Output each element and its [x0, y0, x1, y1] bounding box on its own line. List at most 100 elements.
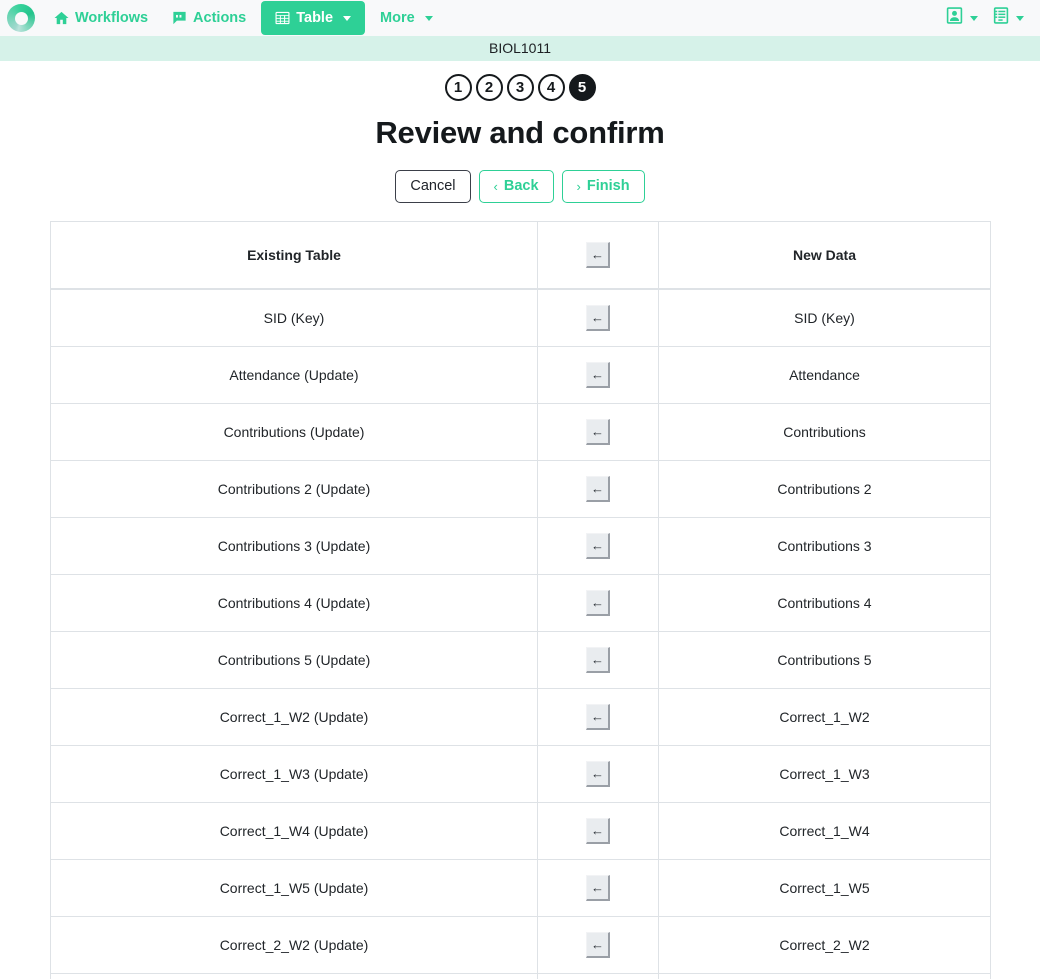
arrow-left-button[interactable]: ← — [586, 476, 610, 503]
cell-new-column: Correct_2_W3 — [658, 973, 991, 979]
wizard-actions: Cancel ‹ Back › Finish — [0, 170, 1040, 204]
table-row: Correct_1_W3 (Update) ← Correct_1_W3 — [50, 745, 991, 804]
cell-new-column: SID (Key) — [658, 288, 991, 348]
table-row: Contributions 3 (Update) ← Contributions 3 — [50, 517, 991, 576]
chevron-down-icon — [1016, 15, 1024, 21]
home-icon — [54, 11, 69, 25]
nav-item-workflows[interactable]: Workflows — [42, 1, 160, 35]
arrow-left-button[interactable]: ← — [586, 533, 610, 560]
user-card-icon — [946, 7, 963, 29]
cell-arrow-column: ← — [537, 574, 659, 633]
cell-arrow-column: ← — [537, 973, 659, 979]
cell-arrow-column: ← — [537, 688, 659, 747]
cell-new-column: Attendance — [658, 346, 991, 405]
cell-existing-column: Correct_1_W2 (Update) — [50, 688, 538, 747]
finish-button[interactable]: › Finish — [561, 170, 645, 204]
nav-items: Workflows Actions Table More — [42, 1, 445, 35]
cell-existing-column: Correct_2_W2 (Update) — [50, 916, 538, 975]
arrow-left-button[interactable]: ← — [586, 761, 610, 788]
back-button-label: Back — [503, 178, 539, 194]
ontask-logo-icon — [7, 4, 35, 32]
arrow-left-button[interactable]: ← — [586, 818, 610, 845]
cell-existing-column: Contributions 5 (Update) — [50, 631, 538, 690]
header-new-data: New Data — [658, 221, 991, 291]
table-grid-icon — [275, 11, 290, 25]
cell-new-column: Contributions 3 — [658, 517, 991, 576]
table-row: Contributions 4 (Update) ← Contributions 4 — [50, 574, 991, 633]
cancel-button[interactable]: Cancel — [395, 170, 471, 204]
arrow-left-button[interactable]: ← — [586, 590, 610, 617]
top-navbar: Workflows Actions Table More — [0, 0, 1040, 36]
document-list-icon — [992, 7, 1009, 29]
merge-table-container: Existing Table ← New Data SID (Key) ← SID … — [0, 221, 1040, 979]
cell-existing-column: Correct_2_W3 (Update) — [50, 973, 538, 979]
cell-arrow-column: ← — [537, 859, 659, 918]
chevron-down-icon — [970, 15, 978, 21]
cell-existing-column: Attendance (Update) — [50, 346, 538, 405]
table-row: Correct_2_W2 (Update) ← Correct_2_W2 — [50, 916, 991, 975]
cell-new-column: Contributions — [658, 403, 991, 462]
logs-menu[interactable] — [992, 7, 1024, 29]
cell-arrow-column: ← — [537, 916, 659, 975]
chevron-right-icon: › — [576, 178, 581, 194]
arrow-left-button-header[interactable]: ← — [586, 242, 610, 269]
table-row: Correct_1_W2 (Update) ← Correct_1_W2 — [50, 688, 991, 747]
cell-arrow-column: ← — [537, 802, 659, 861]
nav-item-table[interactable]: Table — [261, 1, 366, 35]
nav-item-actions-label: Actions — [193, 10, 247, 26]
cell-new-column: Correct_1_W3 — [658, 745, 991, 804]
table-row: Correct_1_W4 (Update) ← Correct_1_W4 — [50, 802, 991, 861]
chevron-down-icon — [343, 15, 352, 21]
nav-item-more[interactable]: More — [368, 1, 445, 35]
page-title: Review and confirm — [375, 115, 665, 150]
finish-button-label: Finish — [586, 178, 630, 194]
cell-new-column: Correct_2_W2 — [658, 916, 991, 975]
table-row: Contributions 2 (Update) ← Contributions 2 — [50, 460, 991, 519]
cell-arrow-column: ← — [537, 631, 659, 690]
cell-new-column: Contributions 2 — [658, 460, 991, 519]
arrow-left-button[interactable]: ← — [586, 419, 610, 446]
arrow-left-button[interactable]: ← — [586, 647, 610, 674]
arrow-left-button[interactable]: ← — [586, 875, 610, 902]
cell-existing-column: Correct_1_W4 (Update) — [50, 802, 538, 861]
table-row: Correct_1_W5 (Update) ← Correct_1_W5 — [50, 859, 991, 918]
cell-arrow-column: ← — [537, 517, 659, 576]
cell-arrow-column: ← — [537, 403, 659, 462]
back-button[interactable]: ‹ Back — [478, 170, 554, 204]
user-menu[interactable] — [946, 7, 978, 29]
arrow-left-button[interactable]: ← — [586, 305, 610, 332]
cell-new-column: Correct_1_W2 — [658, 688, 991, 747]
nav-item-more-label: More — [380, 10, 415, 26]
arrow-left-button[interactable]: ← — [586, 704, 610, 731]
arrow-left-button[interactable]: ← — [586, 932, 610, 959]
table-row: Contributions 5 (Update) ← Contributions 5 — [50, 631, 991, 690]
cell-existing-column: Contributions (Update) — [50, 403, 538, 462]
column-merge-table: Existing Table ← New Data SID (Key) ← SID … — [50, 221, 991, 979]
cell-arrow-column: ← — [537, 460, 659, 519]
wizard-step-3[interactable]: 3 — [506, 74, 534, 101]
cell-new-column: Correct_1_W4 — [658, 802, 991, 861]
wizard-step-indicator: 1 2 3 4 5 — [0, 74, 1040, 101]
cell-new-column: Contributions 4 — [658, 574, 991, 633]
cell-existing-column: Contributions 3 (Update) — [50, 517, 538, 576]
nav-item-table-label: Table — [296, 10, 334, 26]
cell-arrow-column: ← — [537, 745, 659, 804]
wizard-step-2[interactable]: 2 — [475, 74, 503, 101]
table-row: Contributions (Update) ← Contributions — [50, 403, 991, 462]
wizard-step-4[interactable]: 4 — [537, 74, 565, 101]
chevron-down-icon — [424, 15, 433, 21]
cell-new-column: Correct_1_W5 — [658, 859, 991, 918]
cell-arrow-column: ← — [537, 288, 659, 348]
wizard-step-5[interactable]: 5 — [568, 74, 596, 101]
app-logo[interactable] — [0, 0, 42, 36]
wizard-step-1[interactable]: 1 — [444, 74, 472, 101]
table-row: Correct_2_W3 (Update)←Correct_2_W3 — [50, 973, 991, 979]
comment-icon — [172, 11, 187, 25]
cell-existing-column: Correct_1_W3 (Update) — [50, 745, 538, 804]
arrow-left-button[interactable]: ← — [586, 362, 610, 389]
nav-item-workflows-label: Workflows — [75, 10, 149, 26]
chevron-left-icon: ‹ — [493, 178, 498, 194]
nav-item-actions[interactable]: Actions — [160, 1, 258, 35]
cell-existing-column: Contributions 4 (Update) — [50, 574, 538, 633]
cell-existing-column: SID (Key) — [50, 288, 538, 348]
